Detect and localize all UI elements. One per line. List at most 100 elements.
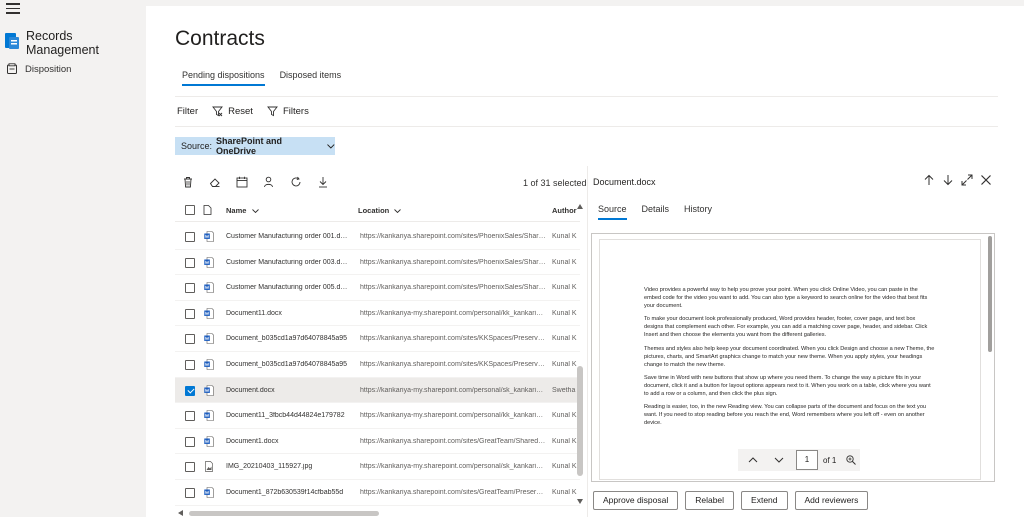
scroll-up-icon[interactable] <box>577 204 583 209</box>
add-person-icon[interactable] <box>263 176 275 188</box>
tab-disposed-items[interactable]: Disposed items <box>280 70 342 86</box>
document-viewer[interactable]: Video provides a powerful way to help yo… <box>591 233 995 482</box>
row-name[interactable]: Document11.docx <box>226 310 350 317</box>
row-name[interactable]: Document1.docx <box>226 438 350 445</box>
approve-disposal-button[interactable]: Approve disposal <box>593 491 679 510</box>
row-checkbox[interactable] <box>185 257 195 268</box>
list-horizontal-scrollbar[interactable] <box>175 510 580 516</box>
row-checkbox[interactable] <box>185 232 195 242</box>
table-row[interactable]: Document1_872b630539f14cfbab55d https://k… <box>175 480 580 506</box>
list-vertical-scrollbar[interactable] <box>577 204 583 504</box>
preview-controls <box>916 174 992 186</box>
table-row[interactable]: IMG_20210403_115927.jpg https://kankariya… <box>175 454 580 480</box>
scroll-down-icon[interactable] <box>577 499 583 504</box>
filter-icon <box>267 106 278 117</box>
hamburger-menu-icon[interactable] <box>6 3 20 15</box>
row-location: https://kankariya.sharepoint.com/sites/G… <box>360 437 546 445</box>
word-icon <box>204 231 214 242</box>
chevron-down-icon <box>251 209 259 214</box>
row-author: Swetha <box>552 386 576 394</box>
eraser-icon[interactable] <box>209 176 221 188</box>
table-row[interactable]: Customer Manufacturing order 005.docx htt… <box>175 275 580 301</box>
table-row[interactable]: Customer Manufacturing order 003.docx htt… <box>175 250 580 276</box>
extend-button[interactable]: Extend <box>741 491 788 510</box>
select-all-checkbox[interactable] <box>185 205 195 215</box>
word-icon <box>204 384 214 396</box>
file-type-icon <box>203 205 212 215</box>
column-header-author[interactable]: Author <box>552 206 577 215</box>
tab-history[interactable]: History <box>684 204 712 220</box>
disposition-actions: Approve disposal Relabel Extend Add revi… <box>593 491 875 510</box>
reset-button[interactable]: Reset <box>212 106 253 117</box>
filter-label: Filter <box>177 106 199 117</box>
tab-pending-dispositions[interactable]: Pending dispositions <box>182 70 265 86</box>
row-checkbox[interactable] <box>185 436 195 447</box>
column-header-name[interactable]: Name <box>226 206 259 215</box>
document-page: Video provides a powerful way to help yo… <box>599 239 981 480</box>
row-name[interactable]: Document.docx <box>226 387 350 394</box>
table-row[interactable]: Document.docx https://kankariya-my.sharep… <box>175 377 580 404</box>
table-row[interactable]: Document_b035cd1a97d64078845a95 https://k… <box>175 326 580 352</box>
close-icon[interactable] <box>980 174 992 186</box>
relabel-button[interactable]: Relabel <box>685 491 735 510</box>
filters-button[interactable]: Filters <box>267 106 309 117</box>
row-author: Kunal K <box>552 412 577 420</box>
column-header-location[interactable]: Location <box>358 206 402 215</box>
expand-icon[interactable] <box>961 174 973 186</box>
row-checkbox[interactable] <box>185 359 195 370</box>
chevron-up-icon[interactable] <box>748 457 758 463</box>
source-dropdown[interactable]: Source: SharePoint and OneDrive <box>175 136 335 156</box>
row-checkbox[interactable] <box>185 308 195 319</box>
nav-item-disposition[interactable]: Disposition <box>6 63 71 75</box>
viewer-scrollbar-thumb[interactable] <box>988 236 992 352</box>
table-row[interactable]: Document1.docx https://kankariya.sharepoi… <box>175 429 580 455</box>
table-row[interactable]: Customer Manufacturing order 001.docx htt… <box>175 224 580 250</box>
arrow-down-icon[interactable] <box>942 174 954 186</box>
tab-source[interactable]: Source <box>598 204 627 220</box>
download-icon[interactable] <box>317 176 329 188</box>
zoom-in-icon[interactable] <box>846 455 857 465</box>
row-name[interactable]: Customer Manufacturing order 005.docx <box>226 284 350 291</box>
scroll-left-icon[interactable] <box>178 510 183 516</box>
row-location: https://kankariya.sharepoint.com/sites/P… <box>360 258 546 266</box>
calendar-icon[interactable] <box>236 176 248 188</box>
table-row[interactable]: Document11.docx https://kankariya-my.shar… <box>175 301 580 327</box>
left-nav: Records Management Disposition <box>0 0 145 517</box>
row-name[interactable]: IMG_20210403_115927.jpg <box>226 463 350 470</box>
tab-details[interactable]: Details <box>642 204 670 220</box>
scrollbar-thumb[interactable] <box>577 366 583 476</box>
arrow-up-icon[interactable] <box>923 174 935 186</box>
row-author: Kunal K <box>552 335 577 343</box>
row-checkbox[interactable] <box>185 462 195 473</box>
row-checkbox[interactable] <box>185 487 195 498</box>
row-location: https://kankariya-my.sharepoint.com/pers… <box>360 386 546 394</box>
document-paragraph: Reading is easier, too, in the new Readi… <box>644 404 927 427</box>
page-number-input[interactable]: 1 <box>796 450 818 470</box>
page-title: Contracts <box>175 27 265 50</box>
row-name[interactable]: Document_b035cd1a97d64078845a95 <box>226 335 350 342</box>
table-row[interactable]: Document11_3fbcb44d44824e179782 https://k… <box>175 403 580 429</box>
word-icon <box>204 333 214 345</box>
refresh-icon[interactable] <box>290 176 302 188</box>
row-checkbox[interactable] <box>185 411 195 422</box>
scrollbar-thumb[interactable] <box>189 511 379 516</box>
row-name[interactable]: Document1_872b630539f14cfbab55d <box>226 489 350 496</box>
row-name[interactable]: Document_b035cd1a97d64078845a95 <box>226 361 350 368</box>
delete-icon[interactable] <box>182 176 194 188</box>
row-name[interactable]: Customer Manufacturing order 001.docx <box>226 233 350 240</box>
row-checkbox[interactable] <box>185 334 195 345</box>
word-icon <box>204 256 214 268</box>
row-author: Kunal K <box>552 258 577 266</box>
list-header: Name Location Author <box>175 200 580 222</box>
add-reviewers-button[interactable]: Add reviewers <box>794 491 869 510</box>
row-location: https://kankariya-my.sharepoint.com/pers… <box>360 463 546 471</box>
document-list: Customer Manufacturing order 001.docx htt… <box>175 224 580 506</box>
chevron-down-icon[interactable] <box>774 457 784 463</box>
row-checkbox[interactable] <box>185 283 195 294</box>
row-name[interactable]: Customer Manufacturing order 003.docx <box>226 259 350 266</box>
row-name[interactable]: Document11_3fbcb44d44824e179782 <box>226 412 350 419</box>
table-row[interactable]: Document_b035cd1a97d64078845a95 https://k… <box>175 352 580 378</box>
row-author: Kunal K <box>552 437 577 445</box>
row-checkbox[interactable] <box>185 385 195 396</box>
row-location: https://kankariya-my.sharepoint.com/pers… <box>360 309 546 317</box>
